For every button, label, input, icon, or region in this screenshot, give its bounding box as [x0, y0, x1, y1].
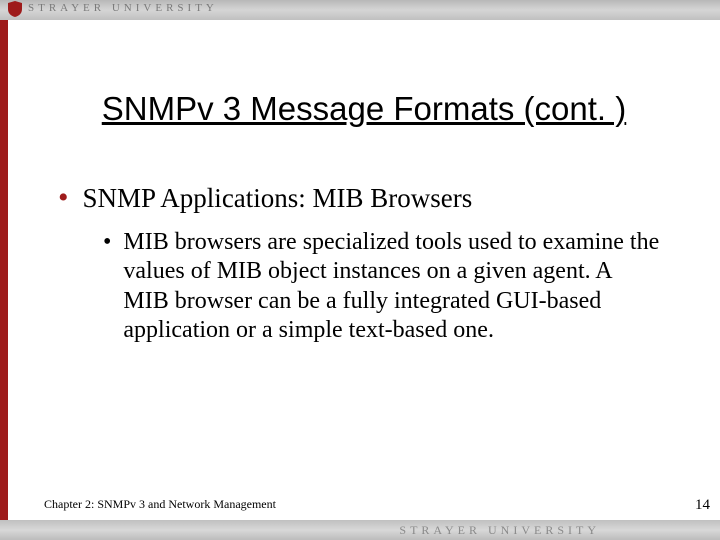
bullet-1-text: SNMP Applications: MIB Browsers — [83, 183, 473, 214]
bullet-level-2: • MIB browsers are specialized tools use… — [103, 228, 660, 345]
brand-text-bottom: STRAYER UNIVERSITY — [399, 523, 600, 538]
page-number: 14 — [695, 497, 710, 514]
bottom-bar — [0, 520, 720, 540]
bullet-2-text: MIB browsers are specialized tools used … — [123, 228, 660, 345]
slide-title: SNMPv 3 Message Formats (cont. ) — [8, 90, 720, 128]
slide-content: SNMPv 3 Message Formats (cont. ) • SNMP … — [8, 20, 720, 520]
bullet-dot-icon: • — [58, 183, 69, 214]
footer-chapter-label: Chapter 2: SNMPv 3 and Network Managemen… — [44, 497, 276, 512]
brand-text-top: STRAYER UNIVERSITY — [28, 2, 218, 14]
bullet-level-1: • SNMP Applications: MIB Browsers — [58, 183, 680, 214]
bullet-dot-icon: • — [103, 228, 111, 345]
left-accent-bar — [0, 0, 8, 540]
shield-icon — [8, 1, 22, 17]
